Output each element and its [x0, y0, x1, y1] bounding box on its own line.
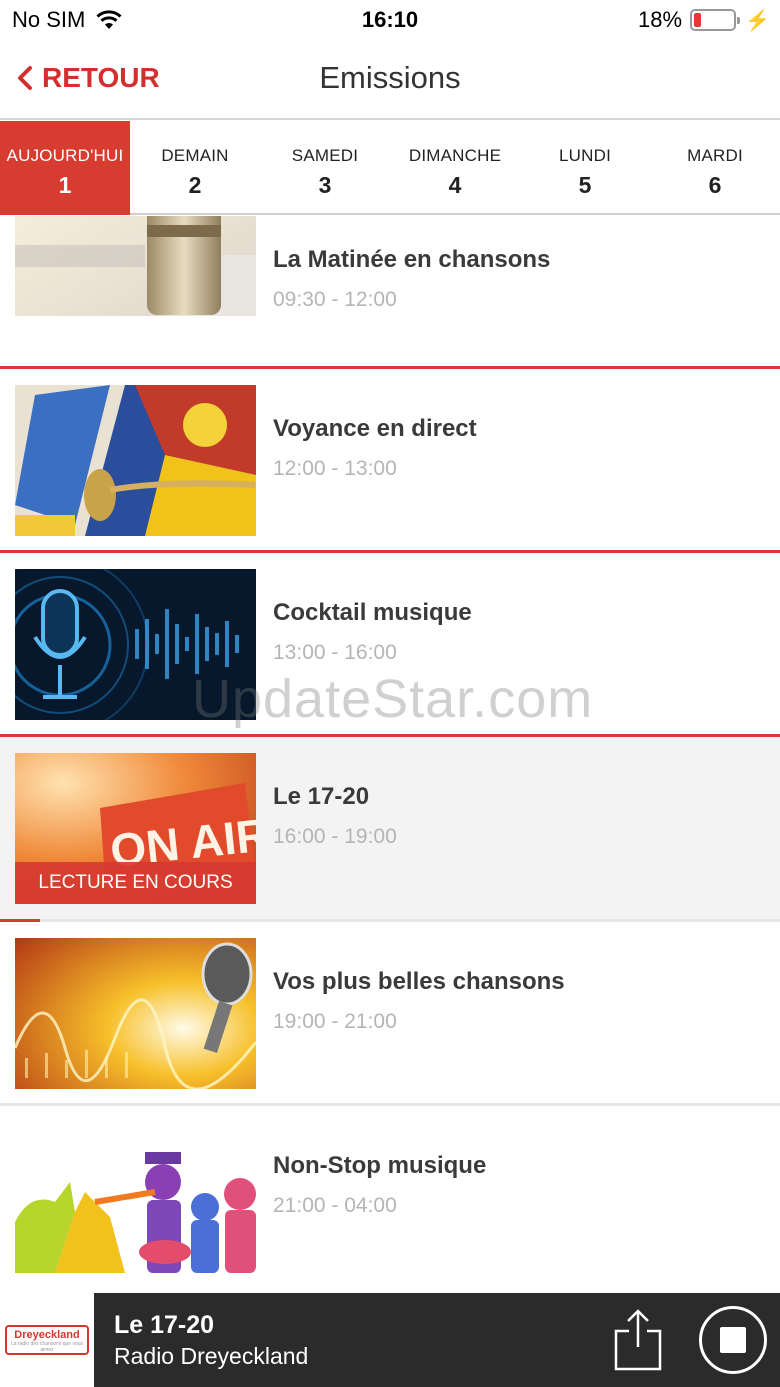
- program-title: La Matinée en chansons: [273, 246, 551, 273]
- program-time: 12:00 - 13:00: [273, 457, 397, 480]
- musicians-silhouettes-image: [15, 1122, 256, 1273]
- program-thumbnail: [15, 569, 256, 720]
- tarot-cards-image: [15, 385, 256, 536]
- program-thumbnail: ON AIR LECTURE EN COURS: [15, 753, 256, 904]
- program-thumbnail: [15, 216, 256, 316]
- tab-day-number: 1: [58, 172, 72, 198]
- program-thumbnail: [15, 938, 256, 1089]
- player-station: Radio Dreyeckland: [114, 1343, 309, 1369]
- program-time: 16:00 - 19:00: [273, 825, 397, 848]
- stop-icon: [720, 1327, 746, 1353]
- charging-bolt-icon: ⚡: [745, 9, 770, 32]
- page-title: Emissions: [319, 60, 461, 95]
- tab-day-number: 3: [318, 172, 332, 198]
- tab-sunday[interactable]: DIMANCHE 4: [390, 121, 520, 215]
- battery-percent: 18%: [638, 7, 683, 32]
- program-item-non-stop[interactable]: Non-Stop musique 21:00 - 04:00: [0, 1106, 780, 1290]
- program-title: Le 17-20: [273, 783, 370, 810]
- program-item-matinee[interactable]: La Matinée en chansons 09:30 - 12:00: [0, 216, 780, 366]
- tab-day-number: 6: [708, 172, 722, 198]
- tab-day-label: MARDI: [687, 146, 743, 165]
- mini-player[interactable]: Dreyeckland La radio des chansons que vo…: [0, 1293, 780, 1387]
- program-time: 21:00 - 04:00: [273, 1194, 397, 1217]
- logo-name: Dreyeckland: [14, 1329, 80, 1341]
- program-title: Vos plus belles chansons: [273, 968, 565, 995]
- retro-microphone-image: [15, 938, 256, 1089]
- tab-day-label: DEMAIN: [161, 146, 229, 165]
- tab-day-number: 2: [188, 172, 202, 198]
- stop-button[interactable]: [699, 1306, 767, 1374]
- program-title: Non-Stop musique: [273, 1152, 487, 1179]
- status-bar: No SIM 16:10 18% ⚡: [0, 0, 780, 40]
- blue-microphone-image: [15, 569, 256, 720]
- tab-day-label: SAMEDI: [291, 146, 359, 165]
- program-list: La Matinée en chansons 09:30 - 12:00 Voy…: [0, 216, 780, 1292]
- navigation-bar: RETOUR Emissions: [0, 40, 780, 120]
- program-thumbnail: [15, 385, 256, 536]
- share-icon[interactable]: [612, 1307, 664, 1373]
- battery-icon: [690, 9, 741, 31]
- program-item-cocktail[interactable]: Cocktail musique 13:00 - 16:00: [0, 553, 780, 737]
- tab-saturday[interactable]: SAMEDI 3: [260, 121, 390, 215]
- program-time: 19:00 - 21:00: [273, 1010, 397, 1033]
- studio-microphone-image: [15, 216, 256, 316]
- program-item-voyance[interactable]: Voyance en direct 12:00 - 13:00: [0, 369, 780, 553]
- station-logo: Dreyeckland La radio des chansons que vo…: [0, 1293, 94, 1387]
- program-time: 13:00 - 16:00: [273, 641, 397, 664]
- program-item-belles-chansons[interactable]: Vos plus belles chansons 19:00 - 21:00: [0, 922, 780, 1106]
- player-title: Le 17-20: [114, 1311, 215, 1339]
- tab-day-label: LUNDI: [558, 146, 611, 165]
- logo-tagline: La radio des chansons que vous aimez: [11, 1341, 83, 1353]
- tab-monday[interactable]: LUNDI 5: [520, 121, 650, 215]
- program-title: Cocktail musique: [273, 599, 472, 626]
- battery-fill: [694, 13, 702, 27]
- tab-tuesday[interactable]: MARDI 6: [650, 121, 780, 215]
- tab-day-number: 4: [448, 172, 462, 198]
- tab-today[interactable]: AUJOURD'HUI 1: [0, 121, 130, 215]
- program-title: Voyance en direct: [273, 415, 477, 442]
- program-item-current[interactable]: ON AIR LECTURE EN COURS Le 17-20 16:00 -…: [0, 737, 780, 920]
- tab-day-label: AUJOURD'HUI: [6, 146, 124, 165]
- tab-tomorrow[interactable]: DEMAIN 2: [130, 121, 260, 215]
- program-time: 09:30 - 12:00: [273, 288, 397, 311]
- tab-day-number: 5: [578, 172, 592, 198]
- day-tabs: AUJOURD'HUI 1 DEMAIN 2 SAMEDI 3 DIMANCHE…: [0, 121, 780, 215]
- now-playing-badge: LECTURE EN COURS: [15, 862, 256, 904]
- tab-day-label: DIMANCHE: [408, 146, 502, 165]
- program-thumbnail: [15, 1122, 256, 1273]
